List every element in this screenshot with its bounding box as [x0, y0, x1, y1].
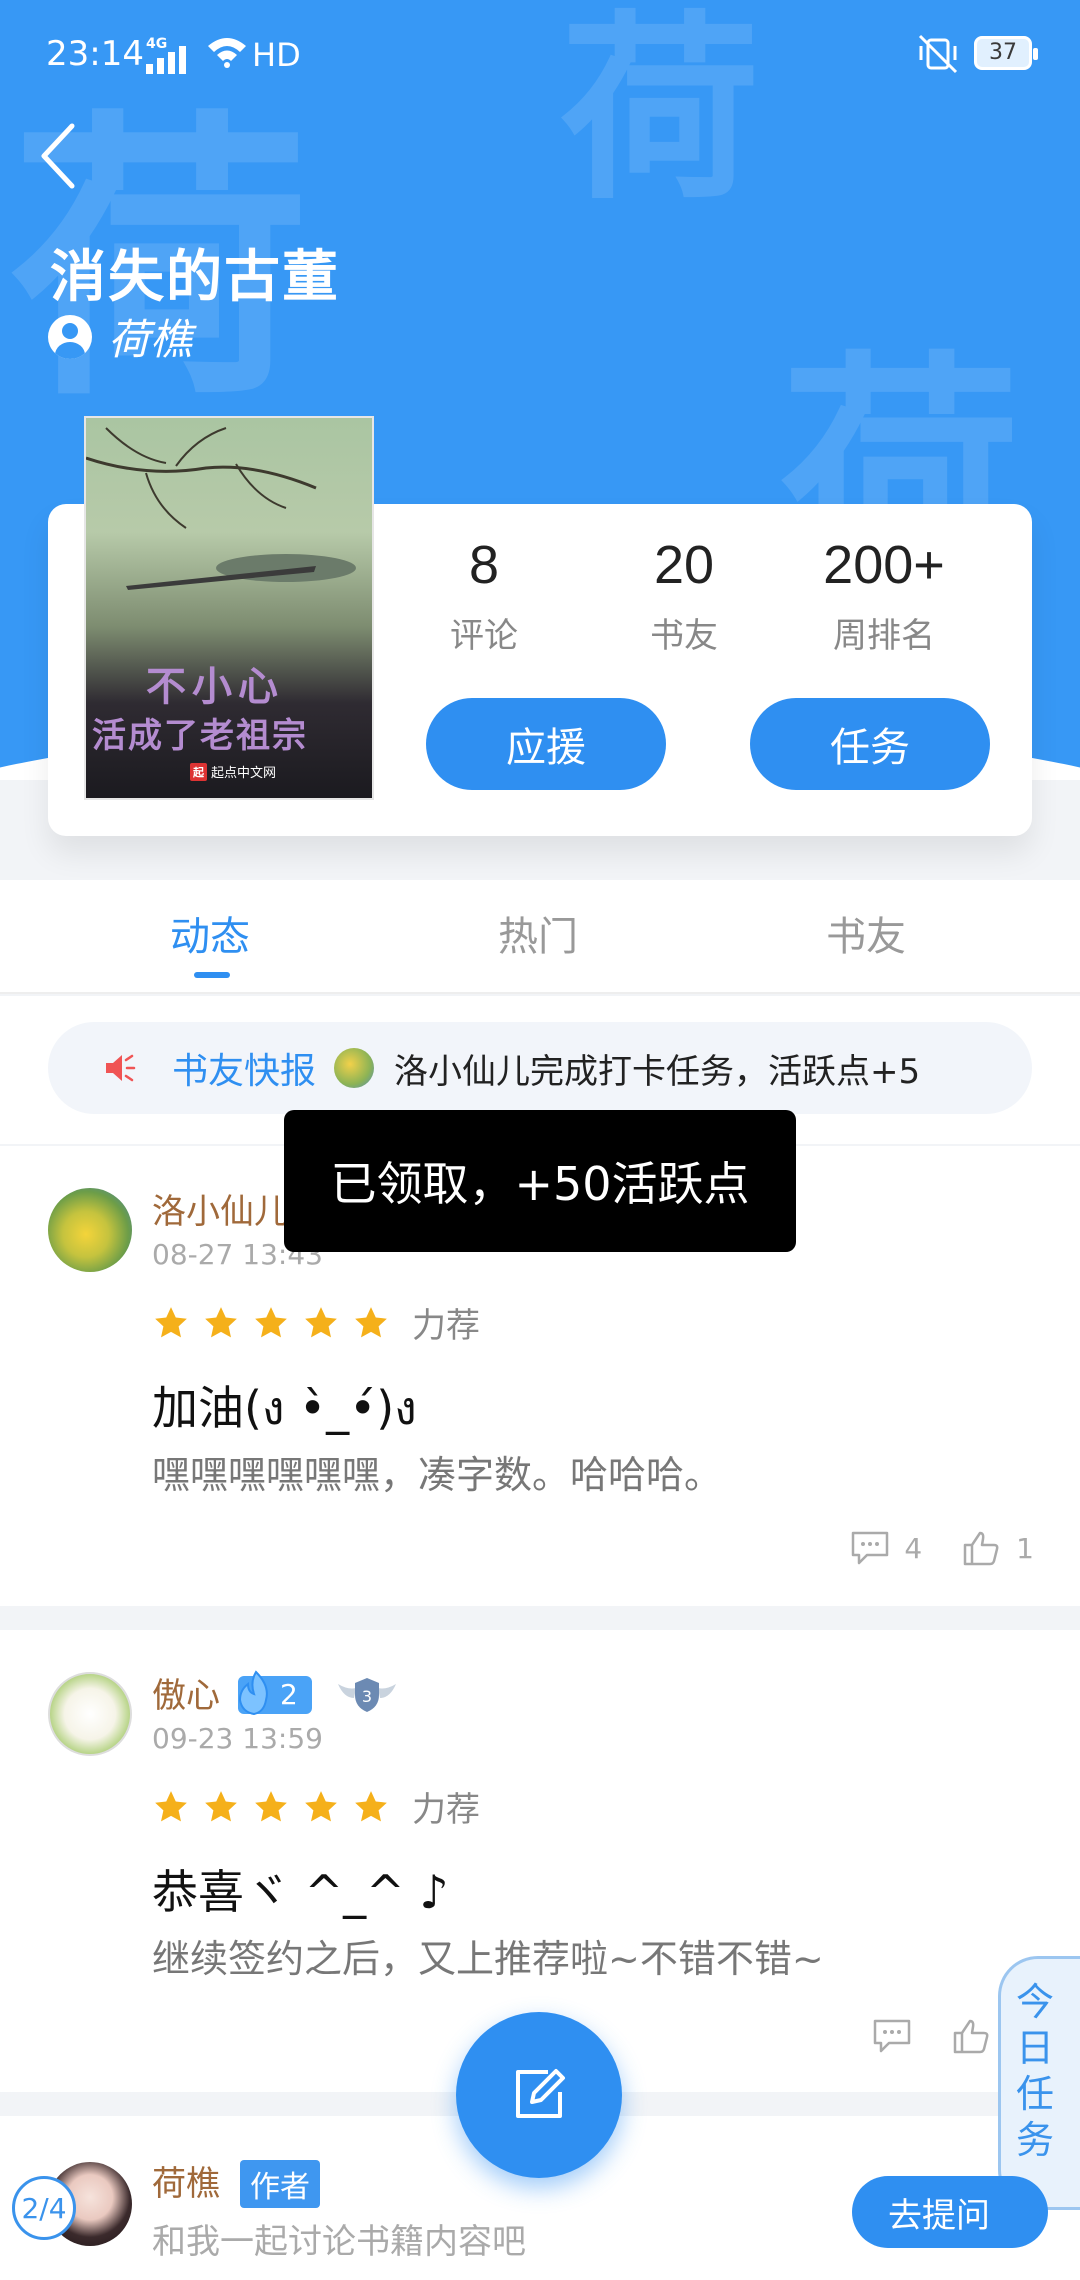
back-arrow-icon[interactable]	[30, 118, 90, 194]
comment-button[interactable]	[872, 2018, 912, 2054]
wifi-icon	[208, 38, 246, 68]
post-title: 恭喜ヾ ^_^ ♪	[152, 1865, 449, 1919]
post-username[interactable]: 荷樵	[152, 2156, 220, 2205]
rating-stars: 力荐	[152, 1298, 480, 1347]
star-icon	[305, 1790, 337, 1821]
like-button[interactable]	[952, 2018, 992, 2054]
thumbs-up-icon	[963, 1531, 999, 1566]
rating-label: 力荐	[412, 1306, 480, 1346]
signal-icon	[146, 46, 186, 74]
cover-publisher: 起 起点中文网	[190, 762, 276, 781]
author-link[interactable]: 荷樵	[48, 306, 192, 367]
post-subtitle: 和我一起讨论书籍内容吧	[152, 2222, 526, 2262]
status-bar: 23:14 4G HD 37	[0, 0, 1080, 110]
status-time: 23:14	[46, 34, 144, 74]
news-ticker[interactable]: 书友快报 洛小仙儿完成打卡任务，活跃点+5	[48, 1022, 1032, 1114]
tab-bar: 动态 热门 书友	[0, 880, 1080, 994]
post-actions: 4 1	[850, 1530, 1034, 1566]
comment-icon	[873, 2019, 911, 2053]
stat-label: 书友	[650, 616, 718, 656]
mute-vibrate-icon	[918, 34, 958, 74]
news-label: 书友快报	[172, 1051, 317, 1092]
rating-stars: 力荐	[152, 1782, 480, 1831]
edit-icon	[516, 2069, 565, 2118]
user-avatar[interactable]	[48, 1672, 132, 1756]
stat-comments[interactable]: 8 评论	[384, 534, 584, 657]
shield-badge-icon: 3	[338, 1678, 396, 1712]
hd-indicator: HD	[252, 36, 301, 74]
comment-icon	[852, 1531, 889, 1565]
author-name: 荷樵	[108, 315, 193, 364]
fan-level-badge: 2	[238, 1670, 312, 1716]
like-count: 1	[1016, 1531, 1034, 1565]
write-post-button[interactable]	[456, 2012, 622, 2178]
star-icon	[155, 1790, 187, 1821]
book-title: 消失的古董	[50, 245, 340, 310]
tab-hot[interactable]: 热门	[498, 904, 578, 962]
ask-question-button[interactable]: 去提问	[852, 2176, 1048, 2248]
star-icon	[255, 1790, 287, 1821]
fan-level: 2	[280, 1678, 298, 1711]
star-icon	[205, 1790, 237, 1821]
stat-value: 20	[653, 535, 715, 595]
user-avatar[interactable]	[48, 1188, 132, 1272]
user-icon	[48, 314, 92, 359]
post-actions	[872, 2018, 992, 2054]
flame-icon	[238, 1670, 268, 1716]
daily-task-label: 今日任务	[1015, 1980, 1054, 2162]
daily-task-tab[interactable]: 今日任务	[998, 1956, 1080, 2210]
stat-value: 200+	[823, 535, 945, 595]
stat-label: 周排名	[833, 616, 935, 656]
post-username[interactable]: 傲心	[152, 1668, 220, 1717]
post-body: 嘿嘿嘿嘿嘿嘿，凑字数。哈哈哈。	[152, 1453, 723, 1497]
book-cover[interactable]: 不小心 活成了老祖宗 起 起点中文网	[84, 416, 374, 800]
post-username[interactable]: 洛小仙儿	[152, 1184, 288, 1233]
post-body: 继续签约之后，又上推荐啦~不错不错~	[152, 1937, 824, 1981]
comment-button[interactable]: 4	[850, 1530, 922, 1566]
battery-icon: 37	[974, 36, 1038, 70]
active-tab-indicator	[194, 972, 230, 978]
cover-title-line2: 活成了老祖宗	[92, 716, 308, 756]
author-tag: 作者	[240, 2160, 320, 2208]
cheer-button[interactable]: 应援	[426, 698, 666, 790]
cover-branches-art	[86, 427, 356, 590]
toast-message: 已领取，+50活跃点	[284, 1110, 796, 1252]
publisher-badge: 起	[190, 762, 207, 781]
news-avatar	[334, 1048, 375, 1088]
publisher-name: 起点中文网	[211, 766, 277, 781]
cover-title-line1: 不小心	[146, 663, 284, 710]
like-button[interactable]: 1	[962, 1530, 1034, 1566]
star-icon	[305, 1306, 337, 1337]
speaker-icon	[106, 1054, 136, 1082]
stat-weekly-rank[interactable]: 200+ 周排名	[784, 534, 984, 657]
task-button[interactable]: 任务	[750, 698, 990, 790]
post-title: 加油(ง •̀_•́)ง	[152, 1381, 417, 1435]
tab-readers[interactable]: 书友	[826, 904, 906, 962]
tab-activity[interactable]: 动态	[170, 904, 250, 962]
thumbs-up-icon	[953, 2019, 989, 2054]
post-time: 09-23 13:59	[152, 1722, 323, 1755]
star-icon	[205, 1306, 237, 1337]
comment-count: 4	[904, 1531, 923, 1565]
star-icon	[255, 1306, 287, 1337]
star-icon	[155, 1306, 187, 1337]
rating-label: 力荐	[412, 1790, 480, 1830]
stat-readers[interactable]: 20 书友	[584, 534, 784, 657]
star-icon	[355, 1306, 387, 1337]
daily-task-progress[interactable]: 2/4	[12, 2176, 76, 2240]
shield-level: 3	[362, 1687, 372, 1706]
news-text: 洛小仙儿完成打卡任务，活跃点+5	[394, 1051, 921, 1092]
stat-label: 评论	[450, 616, 518, 656]
stat-value: 8	[468, 535, 500, 595]
star-icon	[355, 1790, 387, 1821]
